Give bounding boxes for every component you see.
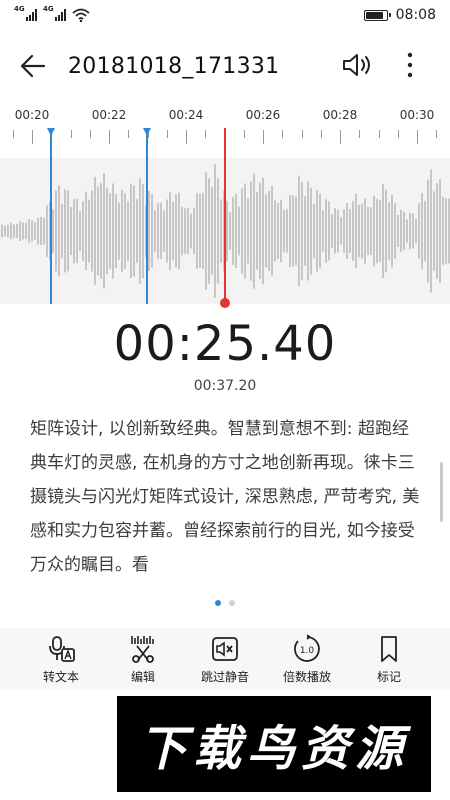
current-time: 00:25.40 <box>113 316 337 372</box>
network-type: 4G <box>14 5 25 13</box>
speaker-icon[interactable] <box>340 50 374 80</box>
to-text-button[interactable]: 转文本 <box>26 628 96 690</box>
mark-flag-icon[interactable] <box>47 128 55 136</box>
timeline-label: 00:26 <box>245 108 281 122</box>
recording-title: 20181018_171331 <box>68 53 280 79</box>
timeline-tick <box>167 130 168 138</box>
watermark-text: 下载鸟资源 <box>138 721 409 777</box>
timeline-tick <box>186 130 187 144</box>
svg-text:1.0: 1.0 <box>300 646 315 656</box>
speed-1.0-icon: 1.0 <box>294 634 320 662</box>
status-right: 08:08 <box>363 7 436 23</box>
skip-silence-button[interactable]: 跳过静音 <box>190 628 260 690</box>
tool-label: 编辑 <box>130 670 155 684</box>
edit-button[interactable]: 编辑 <box>108 628 178 690</box>
mark-button[interactable]: 标记 <box>354 628 424 690</box>
timeline-label: 00:28 <box>322 108 358 122</box>
timeline-tick <box>398 130 399 138</box>
timeline-label: 00:22 <box>91 108 127 122</box>
app-header: 20181018_171331 <box>0 38 450 94</box>
tool-label: 倍数播放 <box>282 670 331 684</box>
tool-label: 标记 <box>376 670 401 684</box>
status-bar: 4G 4G 08:08 <box>0 0 450 30</box>
mark-flag-icon[interactable] <box>143 128 151 136</box>
total-duration: 00:37.20 <box>193 378 257 394</box>
scissors-icon <box>131 636 154 663</box>
timeline-tick <box>321 130 322 138</box>
timeline-tick <box>205 130 206 138</box>
bookmark-icon <box>381 636 397 662</box>
timeline-tick <box>128 130 129 138</box>
mic-to-text-icon <box>49 636 75 662</box>
clock: 08:08 <box>395 7 436 23</box>
signal-icon: 4G <box>14 5 37 21</box>
timeline-tick <box>244 130 245 138</box>
timeline-tick <box>263 130 264 144</box>
skip-silence-icon <box>212 637 238 661</box>
playhead-handle[interactable] <box>220 298 230 308</box>
timeline-tick <box>13 130 14 138</box>
mark-line[interactable] <box>50 128 52 304</box>
timeline-tick <box>359 130 360 138</box>
playback-speed-button[interactable]: 1.0 倍数播放 <box>272 628 342 690</box>
more-vertical-icon[interactable] <box>400 50 420 80</box>
bottom-toolbar: 转文本 编辑 跳过静音 1.0 倍数播放 标记 <box>0 628 450 690</box>
timeline-label: 00:30 <box>399 108 435 122</box>
timeline-tick <box>90 130 91 138</box>
timeline-tick <box>302 130 303 138</box>
transcript-text: 矩阵设计, 以创新致经典。智慧到意想不到: 超跑经典车灯的灵感, 在机身的方寸之… <box>30 419 420 575</box>
status-left: 4G 4G <box>14 5 90 22</box>
page-dot-active[interactable] <box>215 600 221 606</box>
mark-line[interactable] <box>146 128 148 304</box>
watermark-logo: 下载鸟资源 <box>117 696 431 792</box>
tool-label: 跳过静音 <box>200 670 249 684</box>
tool-label: 转文本 <box>42 670 79 684</box>
timeline-tick <box>32 130 33 144</box>
signal-icon-2: 4G <box>43 5 66 21</box>
timeline-tick <box>71 130 72 138</box>
timeline-tick <box>340 130 341 144</box>
timeline-tick <box>282 130 283 138</box>
arrow-left-icon[interactable] <box>18 51 48 81</box>
battery-icon <box>363 9 391 21</box>
timeline-tick <box>417 130 418 144</box>
transcript-scrollbar[interactable] <box>440 462 443 522</box>
timeline-label: 00:20 <box>14 108 50 122</box>
network-type-2: 4G <box>43 5 54 13</box>
timeline-tick <box>436 130 437 138</box>
page-dot[interactable] <box>229 600 235 606</box>
page-indicator <box>0 600 450 606</box>
timeline-label: 00:24 <box>168 108 204 122</box>
playhead[interactable] <box>224 128 226 304</box>
wifi-icon <box>72 8 90 22</box>
timeline-tick <box>109 130 110 144</box>
timeline-tick <box>379 130 380 138</box>
